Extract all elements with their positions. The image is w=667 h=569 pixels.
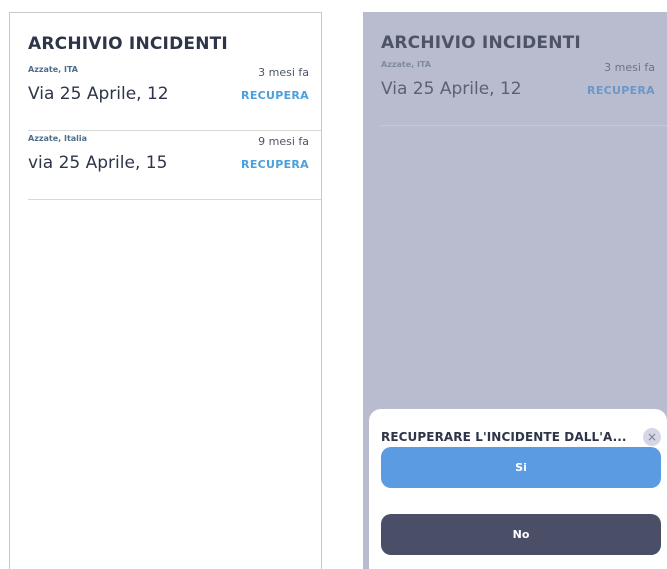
address-label: Via 25 Aprile, 12 [381,79,522,99]
recover-button[interactable]: RECUPERA [241,89,309,102]
divider [381,125,667,126]
divider [28,130,321,131]
no-button[interactable]: No [381,514,661,555]
incident-archive-screen-with-dialog: ARCHIVIO INCIDENTI Azzate, ITA 3 mesi fa… [363,12,667,569]
list-item[interactable]: Azzate, ITA 3 mesi fa Via 25 Aprile, 12 … [28,65,321,131]
timestamp: 3 mesi fa [258,66,309,79]
timestamp: 9 mesi fa [258,135,309,148]
incident-archive-screen: ARCHIVIO INCIDENTI Azzate, ITA 3 mesi fa… [9,12,322,569]
timestamp: 3 mesi fa [604,61,655,74]
recover-button: RECUPERA [587,84,655,97]
location-label: Azzate, Italia [28,134,88,143]
list-item: Azzate, ITA 3 mesi fa Via 25 Aprile, 12 … [381,60,667,126]
location-label: Azzate, ITA [381,60,431,69]
close-icon[interactable]: × [643,428,661,446]
page-title: ARCHIVIO INCIDENTI [381,33,581,53]
recover-confirmation-dialog: RECUPERARE L'INCIDENTE DALL'A... × Si No [369,409,667,569]
dialog-title: RECUPERARE L'INCIDENTE DALL'A... [381,430,627,444]
yes-button[interactable]: Si [381,447,661,488]
page-title: ARCHIVIO INCIDENTI [28,34,228,54]
recover-button[interactable]: RECUPERA [241,158,309,171]
location-label: Azzate, ITA [28,65,78,74]
list-item[interactable]: Azzate, Italia 9 mesi fa via 25 Aprile, … [28,134,321,200]
divider [28,199,321,200]
address-label: Via 25 Aprile, 12 [28,84,169,104]
address-label: via 25 Aprile, 15 [28,153,168,173]
